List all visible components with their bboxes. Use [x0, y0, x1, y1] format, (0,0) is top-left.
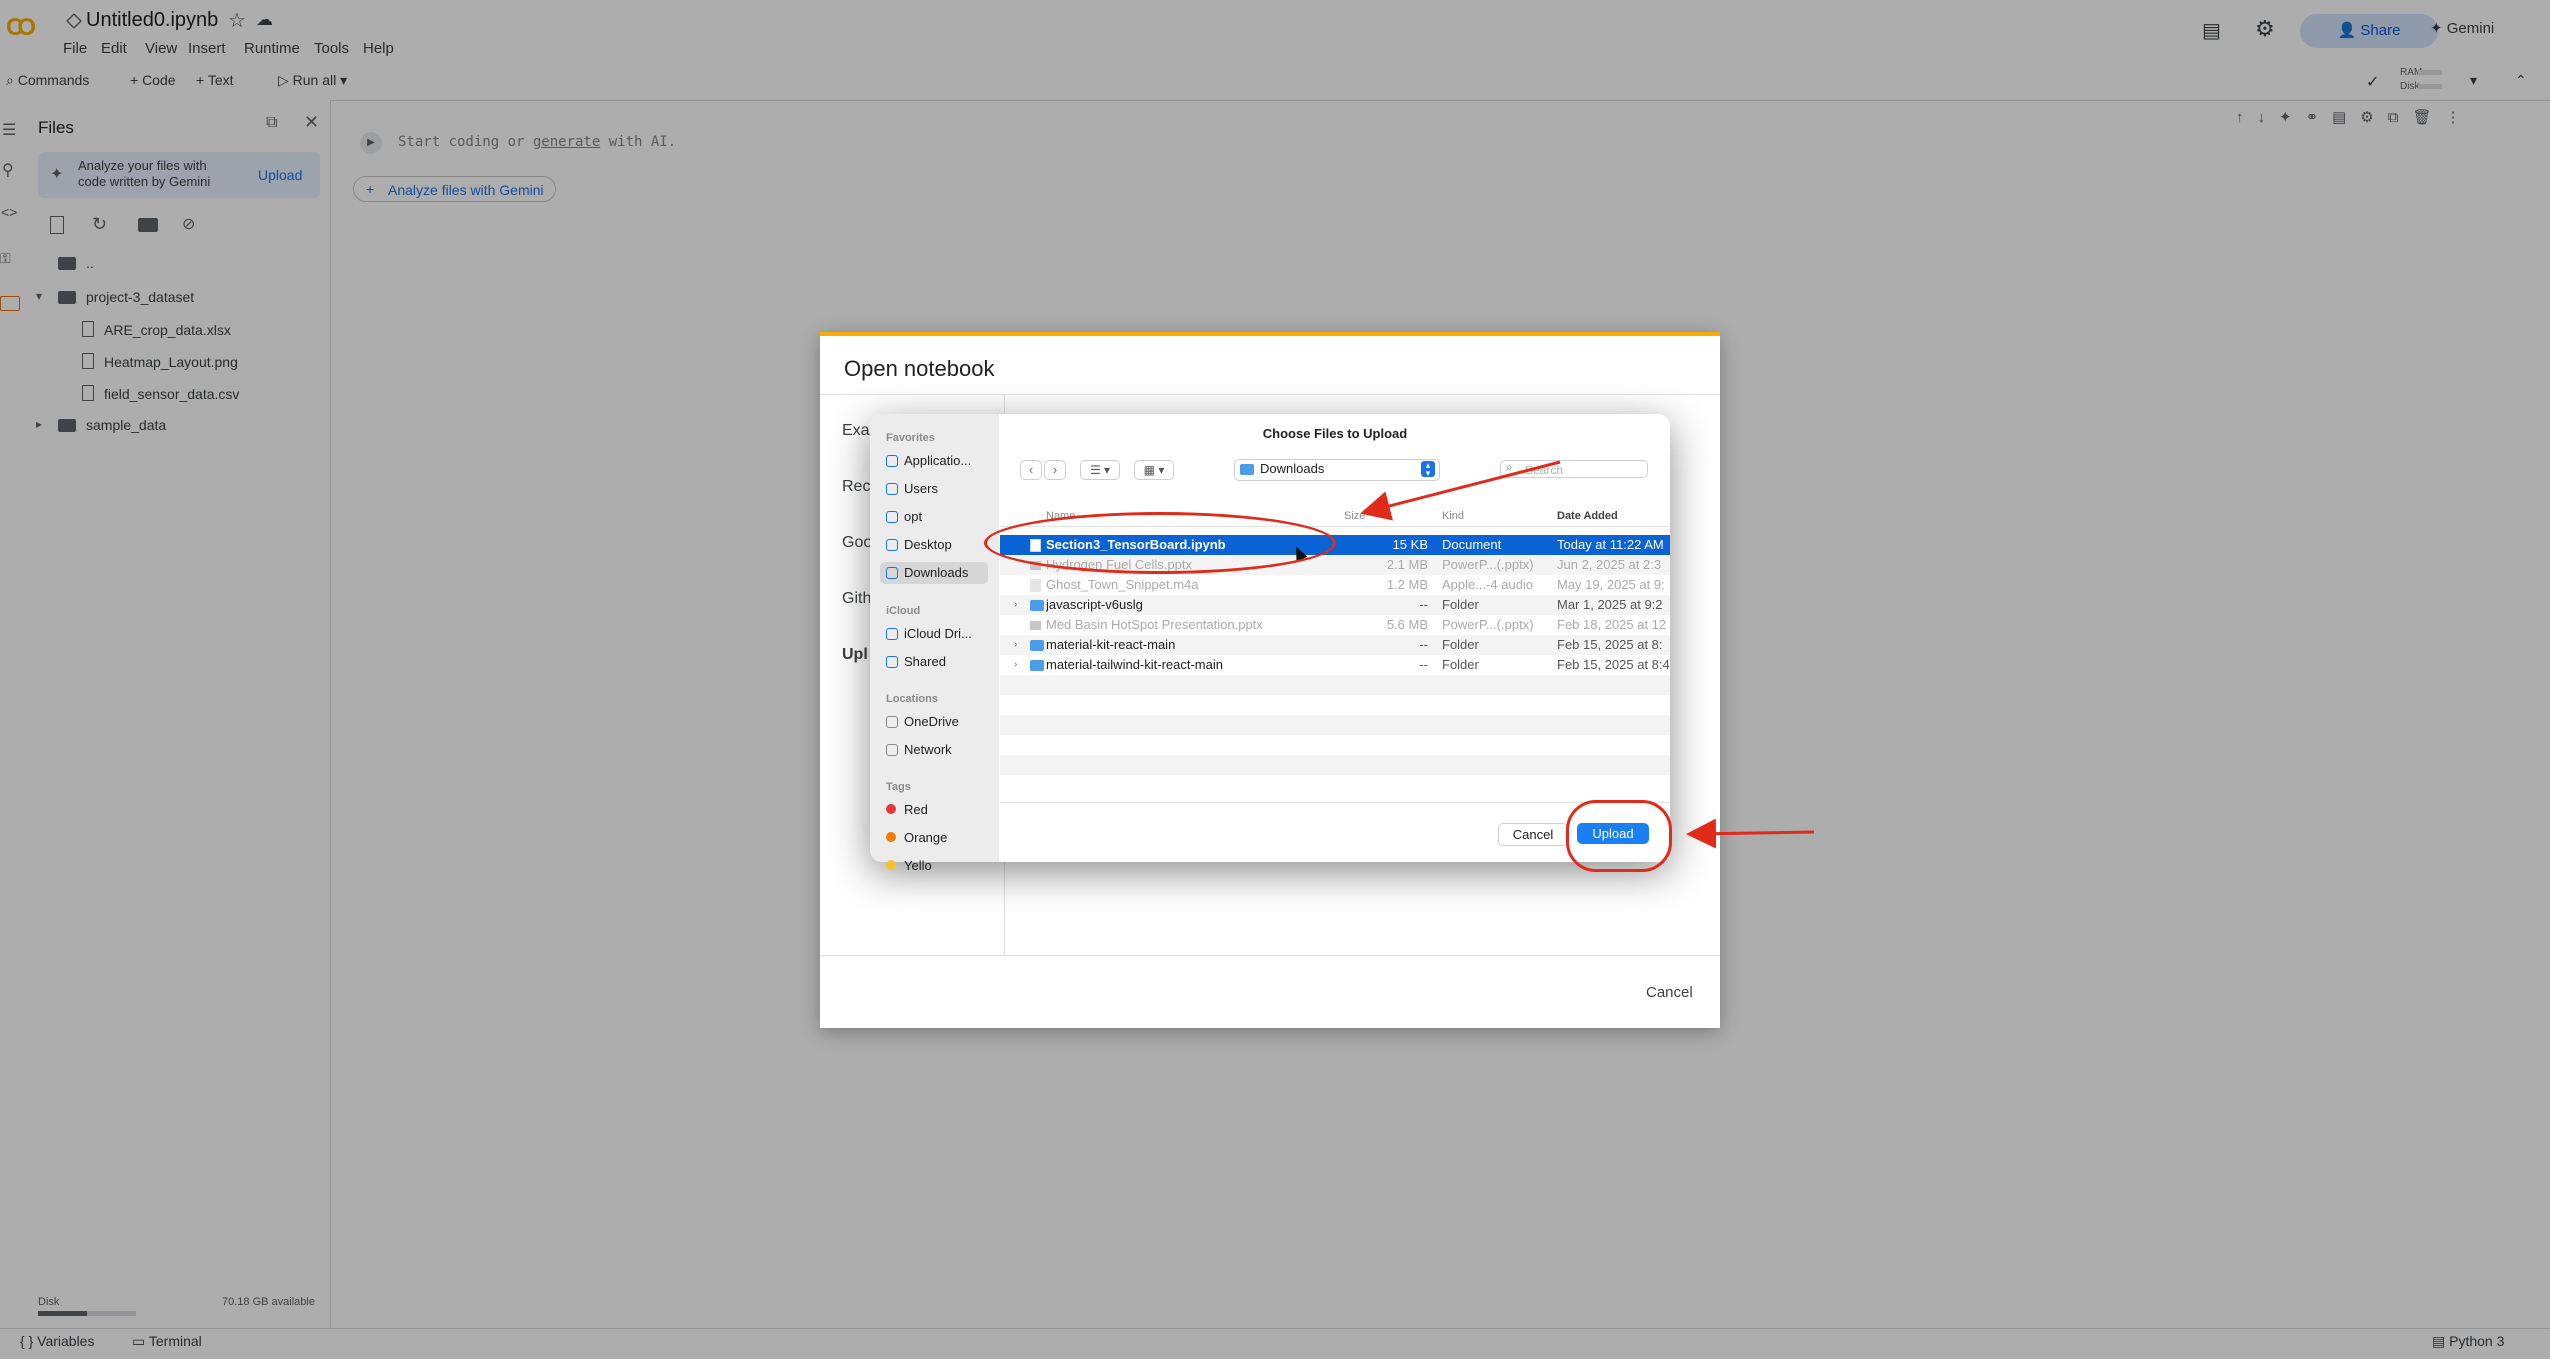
annotation-arrows — [1360, 460, 1815, 849]
annotation-arrow-to-upload — [1686, 818, 1815, 849]
annotation-arrow-to-file — [1360, 460, 1561, 521]
